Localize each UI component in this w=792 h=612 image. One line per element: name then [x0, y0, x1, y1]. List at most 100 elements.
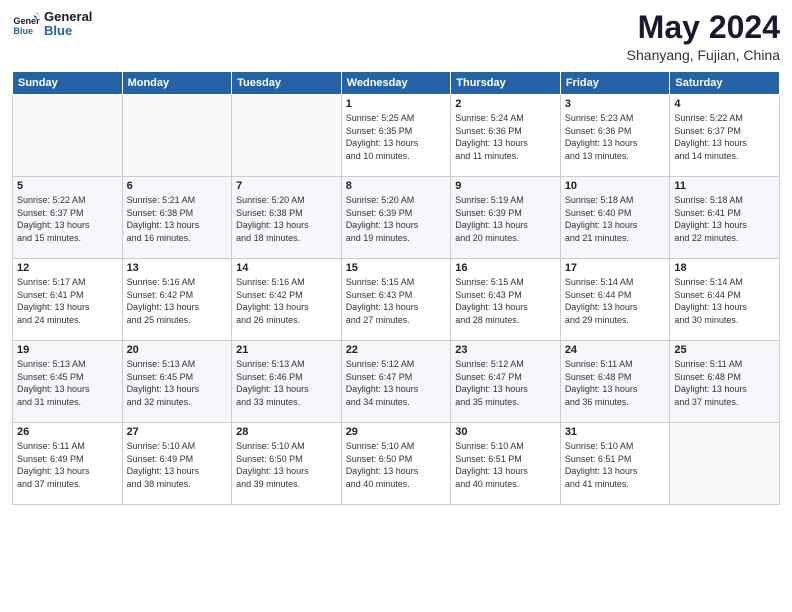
cell-info: Sunrise: 5:12 AM Sunset: 6:47 PM Dayligh…: [455, 358, 556, 408]
calendar-cell: 16Sunrise: 5:15 AM Sunset: 6:43 PM Dayli…: [451, 259, 561, 341]
day-number: 7: [236, 180, 337, 192]
cell-info: Sunrise: 5:10 AM Sunset: 6:50 PM Dayligh…: [346, 440, 447, 490]
cell-info: Sunrise: 5:16 AM Sunset: 6:42 PM Dayligh…: [236, 276, 337, 326]
day-number: 29: [346, 426, 447, 438]
calendar-cell: 27 Sunrise: 5:10 AM Sunset: 6:49 PM Dayli…: [122, 423, 232, 505]
cell-info: Sunrise: 5:23 AM Sunset: 6:36 PM Dayligh…: [565, 112, 666, 162]
day-number: 13: [127, 262, 228, 274]
page-container: General Blue General Blue May 2024 Shany…: [0, 0, 792, 513]
day-header-tuesday: Tuesday: [232, 72, 342, 95]
cell-info: Sunrise: 5:21 AM Sunset: 6:38 PM Dayligh…: [127, 194, 228, 244]
calendar-cell: [13, 95, 123, 177]
calendar-cell: 29 Sunrise: 5:10 AM Sunset: 6:50 PM Dayli…: [341, 423, 451, 505]
calendar-cell: 2 Sunrise: 5:24 AM Sunset: 6:36 PM Daylig…: [451, 95, 561, 177]
calendar-cell: 9 Sunrise: 5:19 AM Sunset: 6:39 PM Daylig…: [451, 177, 561, 259]
calendar-cell: 5Sunrise: 5:22 AM Sunset: 6:37 PM Daylig…: [13, 177, 123, 259]
svg-text:Blue: Blue: [13, 26, 33, 36]
calendar-week-1: 1 Sunrise: 5:25 AM Sunset: 6:35 PM Daylig…: [13, 95, 780, 177]
day-number: 4: [674, 98, 775, 110]
day-number: 12: [17, 262, 118, 274]
day-number: 28: [236, 426, 337, 438]
cell-info: Sunrise: 5:13 AM Sunset: 6:45 PM Dayligh…: [17, 358, 118, 408]
cell-info: Sunrise: 5:15 AM Sunset: 6:43 PM Dayligh…: [346, 276, 447, 326]
day-header-saturday: Saturday: [670, 72, 780, 95]
calendar-cell: 12Sunrise: 5:17 AM Sunset: 6:41 PM Dayli…: [13, 259, 123, 341]
calendar-cell: 7 Sunrise: 5:20 AM Sunset: 6:38 PM Daylig…: [232, 177, 342, 259]
day-number: 27: [127, 426, 228, 438]
calendar-cell: 1 Sunrise: 5:25 AM Sunset: 6:35 PM Daylig…: [341, 95, 451, 177]
day-number: 1: [346, 98, 447, 110]
calendar-cell: 3 Sunrise: 5:23 AM Sunset: 6:36 PM Daylig…: [560, 95, 670, 177]
cell-info: Sunrise: 5:18 AM Sunset: 6:41 PM Dayligh…: [674, 194, 775, 244]
day-number: 17: [565, 262, 666, 274]
day-number: 25: [674, 344, 775, 356]
day-number: 21: [236, 344, 337, 356]
calendar-cell: [670, 423, 780, 505]
cell-info: Sunrise: 5:18 AM Sunset: 6:40 PM Dayligh…: [565, 194, 666, 244]
day-number: 30: [455, 426, 556, 438]
calendar-cell: 20Sunrise: 5:13 AM Sunset: 6:45 PM Dayli…: [122, 341, 232, 423]
day-number: 15: [346, 262, 447, 274]
cell-info: Sunrise: 5:10 AM Sunset: 6:50 PM Dayligh…: [236, 440, 337, 490]
calendar-week-3: 12Sunrise: 5:17 AM Sunset: 6:41 PM Dayli…: [13, 259, 780, 341]
cell-info: Sunrise: 5:20 AM Sunset: 6:38 PM Dayligh…: [236, 194, 337, 244]
calendar-cell: 25Sunrise: 5:11 AM Sunset: 6:48 PM Dayli…: [670, 341, 780, 423]
logo-icon: General Blue: [12, 10, 40, 38]
location: Shanyang, Fujian, China: [627, 47, 780, 63]
day-number: 22: [346, 344, 447, 356]
calendar-cell: 18 Sunrise: 5:14 AM Sunset: 6:44 PM Dayli…: [670, 259, 780, 341]
calendar-cell: 14 Sunrise: 5:16 AM Sunset: 6:42 PM Dayli…: [232, 259, 342, 341]
logo-line2: Blue: [44, 24, 92, 38]
day-number: 6: [127, 180, 228, 192]
day-number: 31: [565, 426, 666, 438]
calendar-cell: 4Sunrise: 5:22 AM Sunset: 6:37 PM Daylig…: [670, 95, 780, 177]
logo-line1: General: [44, 10, 92, 24]
calendar-cell: 31 Sunrise: 5:10 AM Sunset: 6:51 PM Dayli…: [560, 423, 670, 505]
day-header-monday: Monday: [122, 72, 232, 95]
day-number: 19: [17, 344, 118, 356]
day-number: 8: [346, 180, 447, 192]
cell-info: Sunrise: 5:20 AM Sunset: 6:39 PM Dayligh…: [346, 194, 447, 244]
calendar-cell: 23 Sunrise: 5:12 AM Sunset: 6:47 PM Dayli…: [451, 341, 561, 423]
calendar-header-row: SundayMondayTuesdayWednesdayThursdayFrid…: [13, 72, 780, 95]
calendar-cell: 15 Sunrise: 5:15 AM Sunset: 6:43 PM Dayli…: [341, 259, 451, 341]
cell-info: Sunrise: 5:19 AM Sunset: 6:39 PM Dayligh…: [455, 194, 556, 244]
calendar-cell: 26 Sunrise: 5:11 AM Sunset: 6:49 PM Dayli…: [13, 423, 123, 505]
day-number: 10: [565, 180, 666, 192]
cell-info: Sunrise: 5:15 AM Sunset: 6:43 PM Dayligh…: [455, 276, 556, 326]
calendar-cell: 6 Sunrise: 5:21 AM Sunset: 6:38 PM Daylig…: [122, 177, 232, 259]
day-number: 26: [17, 426, 118, 438]
cell-info: Sunrise: 5:16 AM Sunset: 6:42 PM Dayligh…: [127, 276, 228, 326]
cell-info: Sunrise: 5:11 AM Sunset: 6:49 PM Dayligh…: [17, 440, 118, 490]
calendar-cell: 19 Sunrise: 5:13 AM Sunset: 6:45 PM Dayli…: [13, 341, 123, 423]
month-year: May 2024: [627, 10, 780, 45]
calendar-cell: [232, 95, 342, 177]
cell-info: Sunrise: 5:10 AM Sunset: 6:49 PM Dayligh…: [127, 440, 228, 490]
calendar-cell: 22Sunrise: 5:12 AM Sunset: 6:47 PM Dayli…: [341, 341, 451, 423]
day-number: 3: [565, 98, 666, 110]
cell-info: Sunrise: 5:24 AM Sunset: 6:36 PM Dayligh…: [455, 112, 556, 162]
day-number: 18: [674, 262, 775, 274]
calendar-week-5: 26 Sunrise: 5:11 AM Sunset: 6:49 PM Dayli…: [13, 423, 780, 505]
day-number: 23: [455, 344, 556, 356]
cell-info: Sunrise: 5:10 AM Sunset: 6:51 PM Dayligh…: [455, 440, 556, 490]
day-header-thursday: Thursday: [451, 72, 561, 95]
calendar-cell: 11Sunrise: 5:18 AM Sunset: 6:41 PM Dayli…: [670, 177, 780, 259]
calendar-cell: 17Sunrise: 5:14 AM Sunset: 6:44 PM Dayli…: [560, 259, 670, 341]
title-block: May 2024 Shanyang, Fujian, China: [627, 10, 780, 63]
cell-info: Sunrise: 5:25 AM Sunset: 6:35 PM Dayligh…: [346, 112, 447, 162]
day-number: 5: [17, 180, 118, 192]
calendar-cell: 30 Sunrise: 5:10 AM Sunset: 6:51 PM Dayli…: [451, 423, 561, 505]
cell-info: Sunrise: 5:14 AM Sunset: 6:44 PM Dayligh…: [674, 276, 775, 326]
logo: General Blue General Blue: [12, 10, 92, 39]
cell-info: Sunrise: 5:10 AM Sunset: 6:51 PM Dayligh…: [565, 440, 666, 490]
day-number: 24: [565, 344, 666, 356]
day-number: 9: [455, 180, 556, 192]
header: General Blue General Blue May 2024 Shany…: [12, 10, 780, 63]
day-number: 14: [236, 262, 337, 274]
cell-info: Sunrise: 5:11 AM Sunset: 6:48 PM Dayligh…: [565, 358, 666, 408]
day-number: 2: [455, 98, 556, 110]
cell-info: Sunrise: 5:13 AM Sunset: 6:45 PM Dayligh…: [127, 358, 228, 408]
calendar-cell: 10 Sunrise: 5:18 AM Sunset: 6:40 PM Dayli…: [560, 177, 670, 259]
calendar-week-2: 5Sunrise: 5:22 AM Sunset: 6:37 PM Daylig…: [13, 177, 780, 259]
